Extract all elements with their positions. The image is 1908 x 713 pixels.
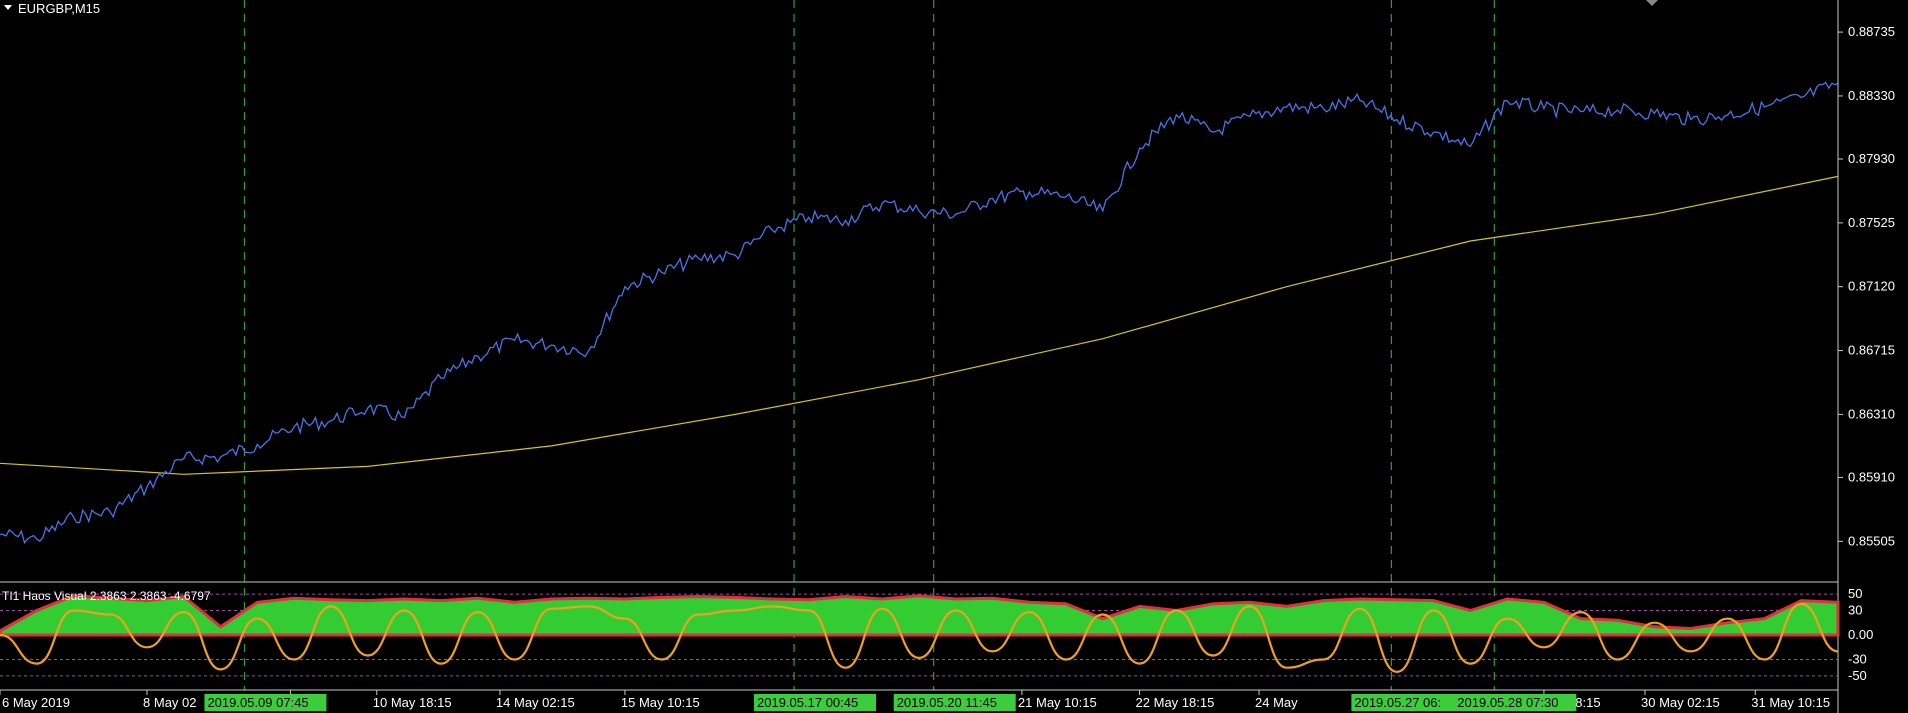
- time-highlight-label: 2019.05.20 11:45: [897, 695, 997, 710]
- price-tick-label: 0.86310: [1848, 406, 1895, 421]
- indicator-level-label: -50: [1848, 668, 1867, 683]
- time-tick-label: 30 May 02:15: [1641, 695, 1720, 710]
- indicator-level-label: -30: [1848, 652, 1867, 667]
- time-highlight-label: 2019.05.17 00:45: [757, 695, 858, 710]
- time-tick-label: 21 May 10:15: [1018, 695, 1097, 710]
- price-tick-label: 0.87525: [1848, 215, 1895, 230]
- time-tick-label: 22 May 18:15: [1136, 695, 1215, 710]
- symbol-header[interactable]: EURGBP,M15: [4, 1, 100, 16]
- time-tick-label: 15 May 10:15: [621, 695, 700, 710]
- time-highlight-label: 2019.05.09 07:45: [207, 695, 308, 710]
- time-highlight-label: 2019.05.28 07:30: [1457, 695, 1558, 710]
- time-tick-label: 31 May 10:15: [1751, 695, 1830, 710]
- time-tick-label: 10 May 18:15: [373, 695, 452, 710]
- indicator-level-label: 30: [1848, 602, 1862, 617]
- price-tick-label: 0.87120: [1848, 279, 1895, 294]
- price-tick-label: 0.88735: [1848, 24, 1895, 39]
- price-tick-label: 0.86715: [1848, 343, 1895, 358]
- indicator-level-label: 0.00: [1848, 627, 1873, 642]
- price-tick-label: 0.87930: [1848, 151, 1895, 166]
- indicator-label: TI1 Haos Visual 2.3863 2.3863 -4.6797: [2, 589, 211, 603]
- time-highlight-label: 2019.05.27 06:: [1354, 695, 1441, 710]
- time-tick-label: 6 May 2019: [2, 695, 70, 710]
- price-tick-label: 0.85910: [1848, 469, 1895, 484]
- time-tick-label: 8 May 02: [143, 695, 196, 710]
- price-tick-label: 0.85505: [1848, 533, 1895, 548]
- time-tick-label: 24 May: [1255, 695, 1298, 710]
- time-tick-label: 14 May 02:15: [496, 695, 575, 710]
- indicator-level-label: 50: [1848, 586, 1862, 601]
- symbol-title: EURGBP,M15: [18, 1, 100, 16]
- chart-canvas: 0.88735 0.88330 0.87930 0.87525 0.87120 0.867…: [0, 0, 1908, 713]
- price-tick-label: 0.88330: [1848, 88, 1895, 103]
